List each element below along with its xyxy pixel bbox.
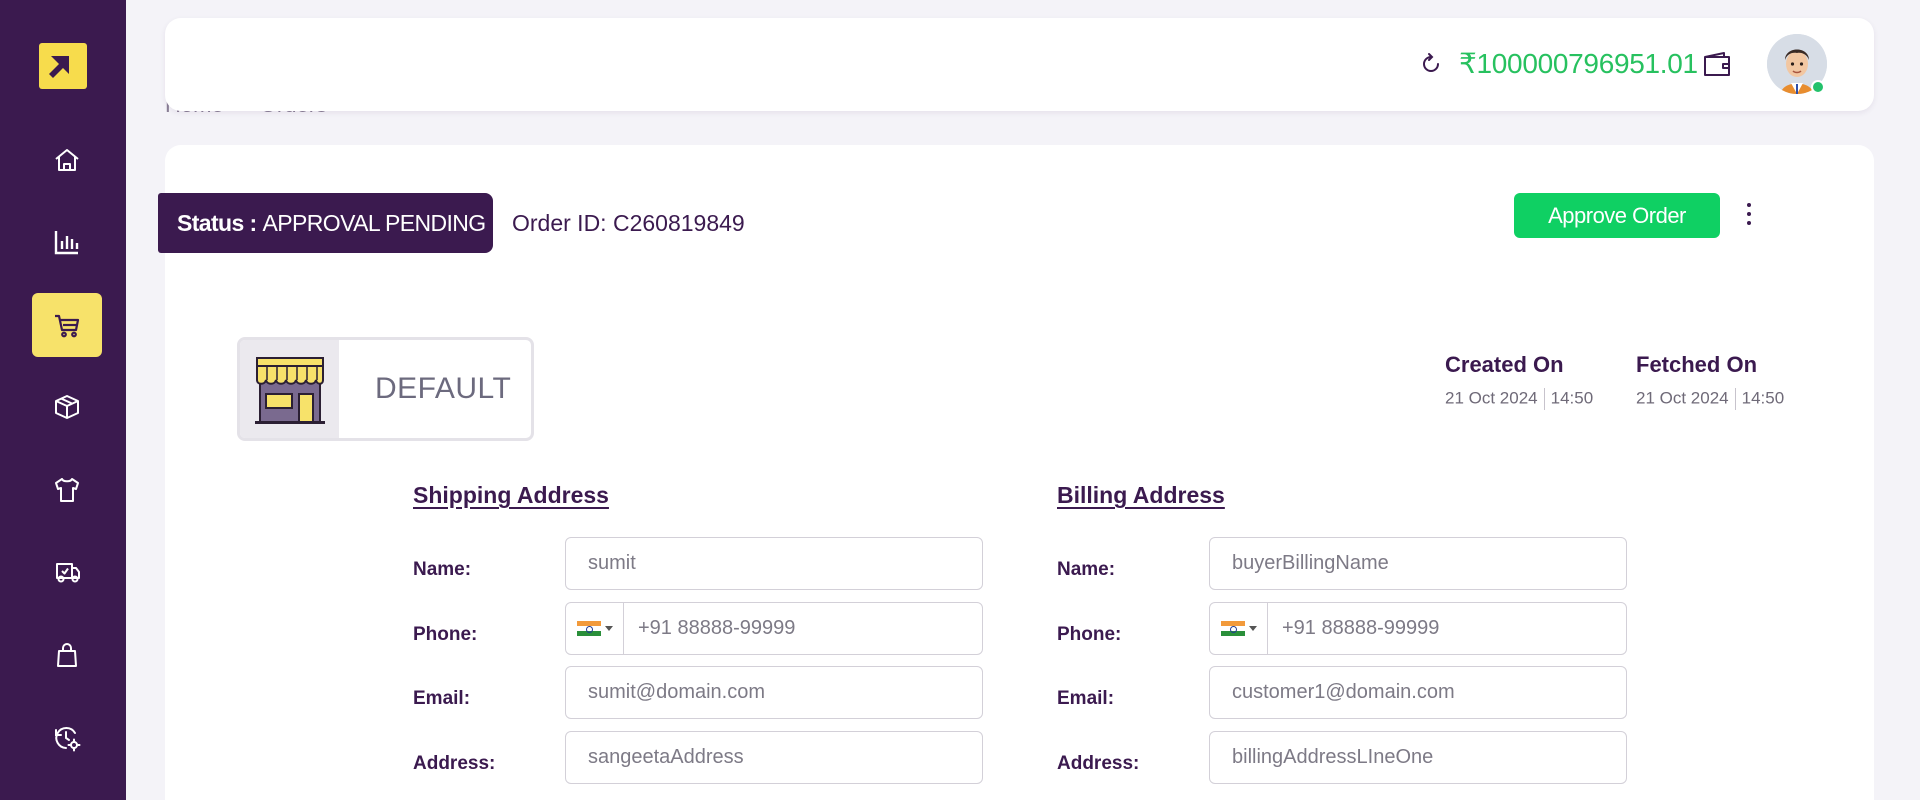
fetched-date: 21 Oct 2024 <box>1636 388 1729 408</box>
more-options-icon[interactable] <box>1742 200 1756 228</box>
fetched-time: 14:50 <box>1741 388 1785 408</box>
order-id-value: C260819849 <box>612 210 745 236</box>
clock-gear-icon <box>55 727 81 752</box>
shipping-email-field[interactable]: sumit@domain.com <box>565 666 983 719</box>
created-on-block: Created On 21 Oct 2024 14:50 <box>1445 352 1593 410</box>
billing-name-label: Name: <box>1057 559 1116 580</box>
status-value: APPROVAL PENDING <box>262 209 487 236</box>
online-status-dot <box>1811 80 1825 94</box>
sidebar-item-purchases[interactable] <box>32 623 102 687</box>
sidebar-item-shipping[interactable] <box>32 540 102 604</box>
cart-icon <box>55 314 80 338</box>
box-icon <box>55 395 79 419</box>
created-date: 21 Oct 2024 <box>1445 388 1538 408</box>
billing-address-label: Address: <box>1057 753 1140 774</box>
tshirt-icon <box>55 478 79 502</box>
shipping-email-label: Email: <box>413 688 471 709</box>
chevron-down-icon <box>604 626 613 631</box>
india-flag-icon <box>1220 620 1245 637</box>
created-time: 14:50 <box>1550 388 1594 408</box>
sidebar-item-inventory[interactable] <box>32 375 102 439</box>
shipping-name-field[interactable]: sumit <box>565 537 983 590</box>
order-id: Order ID: C260819849 <box>512 210 745 237</box>
shipping-phone-label: Phone: <box>413 624 478 645</box>
bar-chart-icon <box>54 231 79 255</box>
created-on-label: Created On <box>1445 352 1564 377</box>
billing-email-field[interactable]: customer1@domain.com <box>1209 666 1627 719</box>
status-label: Status : <box>177 209 257 236</box>
sidebar-item-home[interactable] <box>32 128 102 192</box>
bag-icon <box>57 643 77 667</box>
refresh-icon[interactable] <box>1417 50 1445 78</box>
truck-icon <box>56 563 80 583</box>
sidebar-item-products[interactable] <box>32 458 102 522</box>
india-flag-icon <box>576 620 601 637</box>
sidebar-item-orders[interactable] <box>32 293 102 357</box>
shipping-phone-field[interactable]: +91 88888-99999 <box>565 602 983 655</box>
shipping-name-label: Name: <box>413 559 472 580</box>
billing-phone-field[interactable]: +91 88888-99999 <box>1209 602 1627 655</box>
billing-email-label: Email: <box>1057 688 1115 709</box>
sidebar <box>0 0 126 800</box>
status-badge: Status : APPROVAL PENDING <box>158 193 493 253</box>
store-channel-card: DEFAULT <box>237 337 534 441</box>
billing-name-field[interactable]: buyerBillingName <box>1209 537 1627 590</box>
order-id-label: Order ID: <box>512 210 607 236</box>
country-code-select[interactable] <box>1210 603 1268 654</box>
store-name: DEFAULT <box>375 372 512 405</box>
fetched-on-block: Fetched On 21 Oct 2024 14:50 <box>1636 352 1784 410</box>
fetched-on-label: Fetched On <box>1636 352 1758 377</box>
billing-address-title[interactable]: Billing Address <box>1057 482 1225 509</box>
country-code-select[interactable] <box>566 603 624 654</box>
shipping-address-title[interactable]: Shipping Address <box>413 482 609 509</box>
app-logo-icon[interactable] <box>39 43 87 89</box>
billing-address-field[interactable]: billingAddressLIneOne <box>1209 731 1627 784</box>
billing-phone-label: Phone: <box>1057 624 1122 645</box>
sidebar-item-analytics[interactable] <box>32 210 102 274</box>
home-icon <box>55 149 79 171</box>
store-icon <box>240 340 339 438</box>
wallet-icon[interactable] <box>1702 50 1734 78</box>
shipping-address-field[interactable]: sangeetaAddress <box>565 731 983 784</box>
sidebar-item-settings[interactable] <box>32 706 102 770</box>
shipping-address-label: Address: <box>413 753 496 774</box>
chevron-down-icon <box>1248 626 1257 631</box>
wallet-balance: ₹100000796951.01 <box>1459 48 1698 79</box>
approve-order-button[interactable]: Approve Order <box>1514 193 1720 238</box>
